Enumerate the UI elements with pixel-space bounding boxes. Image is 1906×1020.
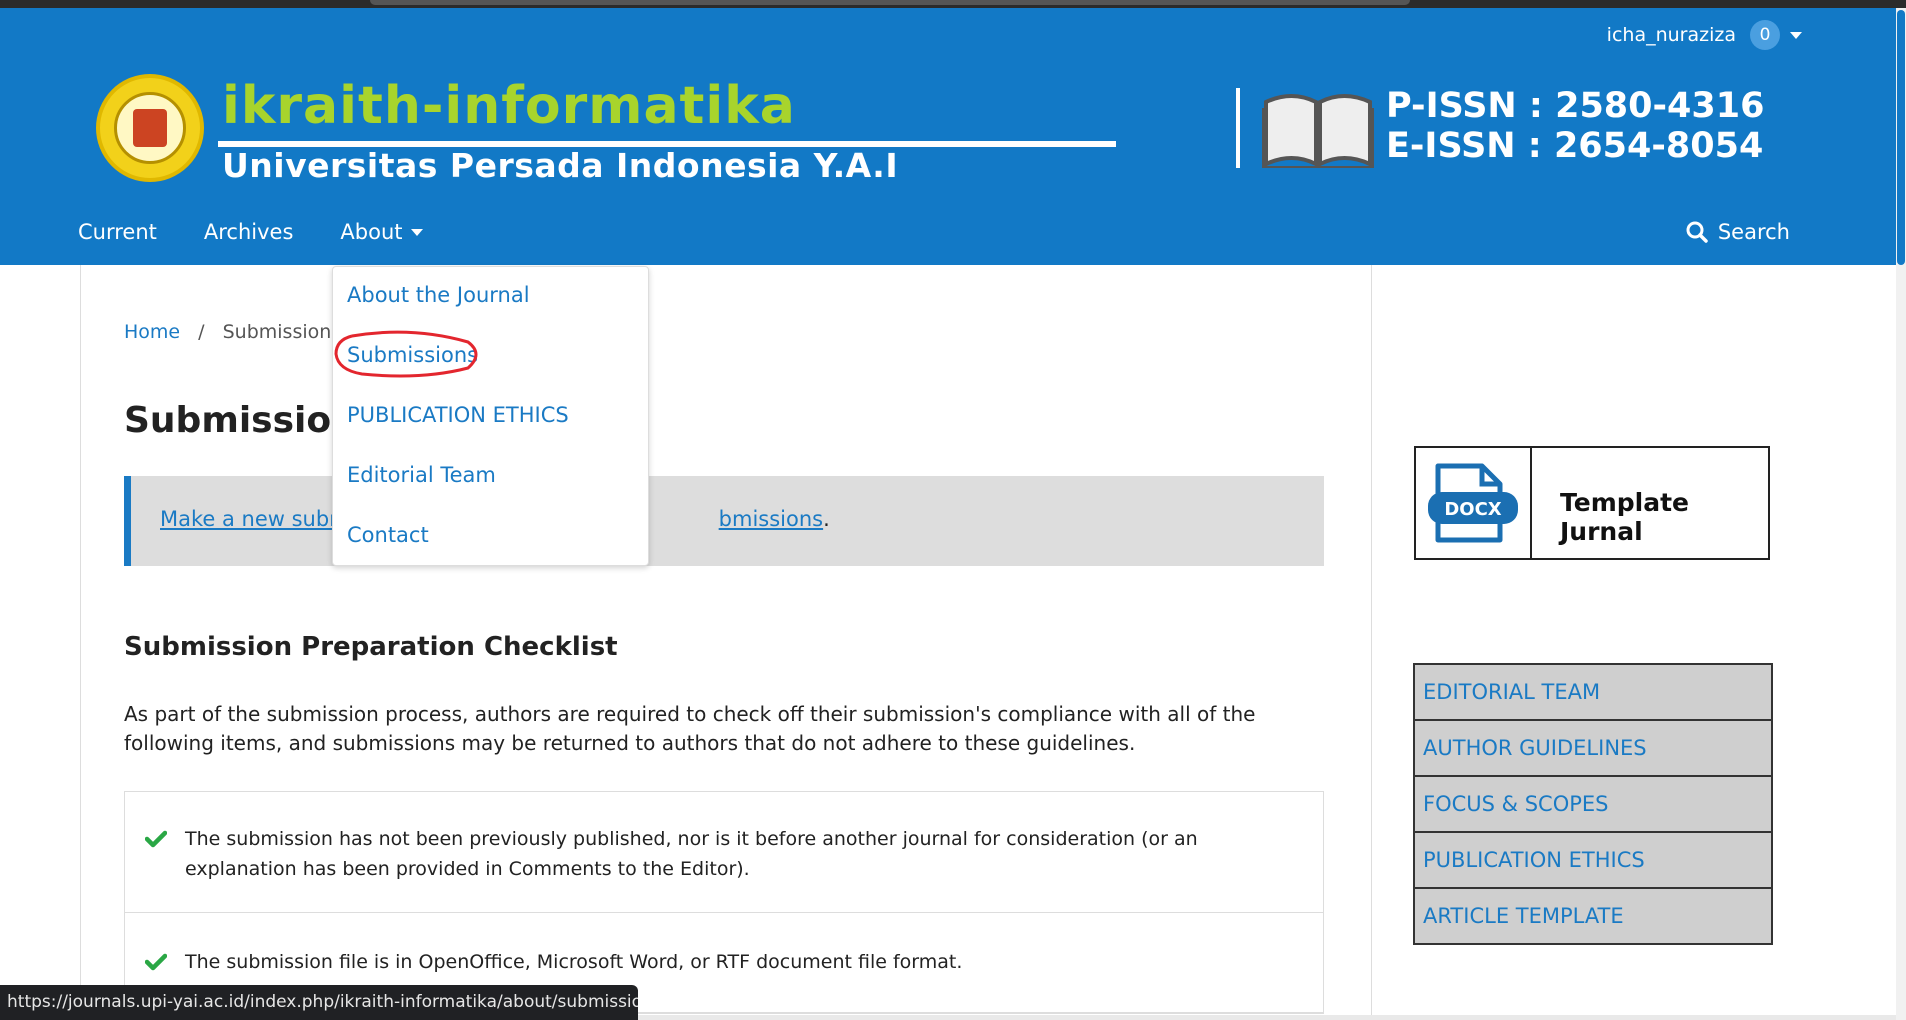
notification-badge[interactable]: 0 — [1750, 20, 1780, 50]
docx-icon-box: DOCX — [1416, 448, 1532, 558]
checklist-item-text: The submission file is in OpenOffice, Mi… — [185, 951, 963, 973]
username[interactable]: icha_nuraziza — [1607, 24, 1736, 46]
breadcrumb-home[interactable]: Home — [124, 321, 180, 343]
about-dropdown-menu: About the Journal Submissions PUBLICATIO… — [332, 266, 649, 566]
checklist-item-text: The submission has not been previously p… — [185, 828, 1198, 880]
menu-item-publication-ethics[interactable]: PUBLICATION ETHICS — [347, 403, 569, 427]
primary-nav: Current Archives About — [78, 220, 423, 244]
p-issn: P-ISSN : 2580-4316 — [1386, 86, 1765, 126]
docx-file-icon: DOCX — [1428, 463, 1518, 543]
menu-item-editorial-team[interactable]: Editorial Team — [347, 463, 496, 487]
search-link[interactable]: Search — [1686, 220, 1790, 244]
browser-tab-edge — [370, 0, 1410, 5]
scrollbar-thumb[interactable] — [1897, 10, 1905, 265]
open-book-icon — [1262, 94, 1374, 168]
search-icon — [1686, 221, 1708, 243]
banner-vertical-divider — [1236, 88, 1240, 168]
journal-banner-title: ikraith-informatika — [222, 76, 796, 136]
breadcrumb-separator: / — [198, 321, 205, 343]
check-icon — [145, 830, 167, 848]
university-seal-logo — [96, 74, 204, 182]
template-jurnal-card[interactable]: DOCX Template Jurnal — [1414, 446, 1770, 560]
nav-current[interactable]: Current — [78, 220, 157, 244]
journal-banner-subtitle: Universitas Persada Indonesia Y.A.I — [222, 146, 899, 185]
sidebar-item-editorial-team[interactable]: EDITORIAL TEAM — [1415, 665, 1771, 721]
template-label: Template Jurnal — [1560, 488, 1689, 546]
menu-item-about-journal[interactable]: About the Journal — [347, 283, 530, 307]
browser-status-url: https://journals.upi-yai.ac.id/index.php… — [0, 985, 638, 1020]
user-menu[interactable]: icha_nuraziza 0 — [1607, 20, 1802, 50]
chevron-down-icon[interactable] — [1790, 31, 1802, 39]
e-issn: E-ISSN : 2654-8054 — [1386, 126, 1764, 166]
nav-archives[interactable]: Archives — [204, 220, 294, 244]
nav-about-label: About — [340, 220, 403, 244]
check-icon — [145, 953, 167, 971]
browser-top-strip — [0, 0, 1906, 8]
view-submissions-link[interactable]: bmissions — [719, 507, 823, 531]
submission-checklist: The submission has not been previously p… — [124, 791, 1324, 1014]
sidebar-item-focus-scopes[interactable]: FOCUS & SCOPES — [1415, 777, 1771, 833]
seal-emblem — [133, 109, 167, 147]
search-label: Search — [1717, 220, 1790, 244]
bottom-strip — [638, 1015, 1896, 1020]
nav-about[interactable]: About — [340, 220, 423, 244]
red-annotation-circle — [334, 330, 478, 378]
docx-icon-text: DOCX — [1444, 499, 1501, 520]
list-item: The submission has not been previously p… — [125, 792, 1323, 913]
breadcrumb: Home / Submissions — [124, 321, 341, 343]
breadcrumb-current: Submissions — [222, 321, 342, 343]
chevron-down-icon — [410, 228, 423, 236]
checklist-intro: As part of the submission process, autho… — [124, 702, 1256, 755]
new-submission-link[interactable]: Make a new subm — [160, 507, 350, 531]
notice-period: . — [823, 507, 830, 531]
sidebar-item-author-guidelines[interactable]: AUTHOR GUIDELINES — [1415, 721, 1771, 777]
sidebar-item-publication-ethics[interactable]: PUBLICATION ETHICS — [1415, 833, 1771, 889]
sidebar-menu: EDITORIAL TEAM AUTHOR GUIDELINES FOCUS &… — [1413, 663, 1773, 945]
checklist-heading: Submission Preparation Checklist — [124, 632, 618, 662]
seal-inner-ring — [114, 92, 186, 164]
menu-item-contact[interactable]: Contact — [347, 523, 429, 547]
sidebar-item-article-template[interactable]: ARTICLE TEMPLATE — [1415, 889, 1771, 943]
